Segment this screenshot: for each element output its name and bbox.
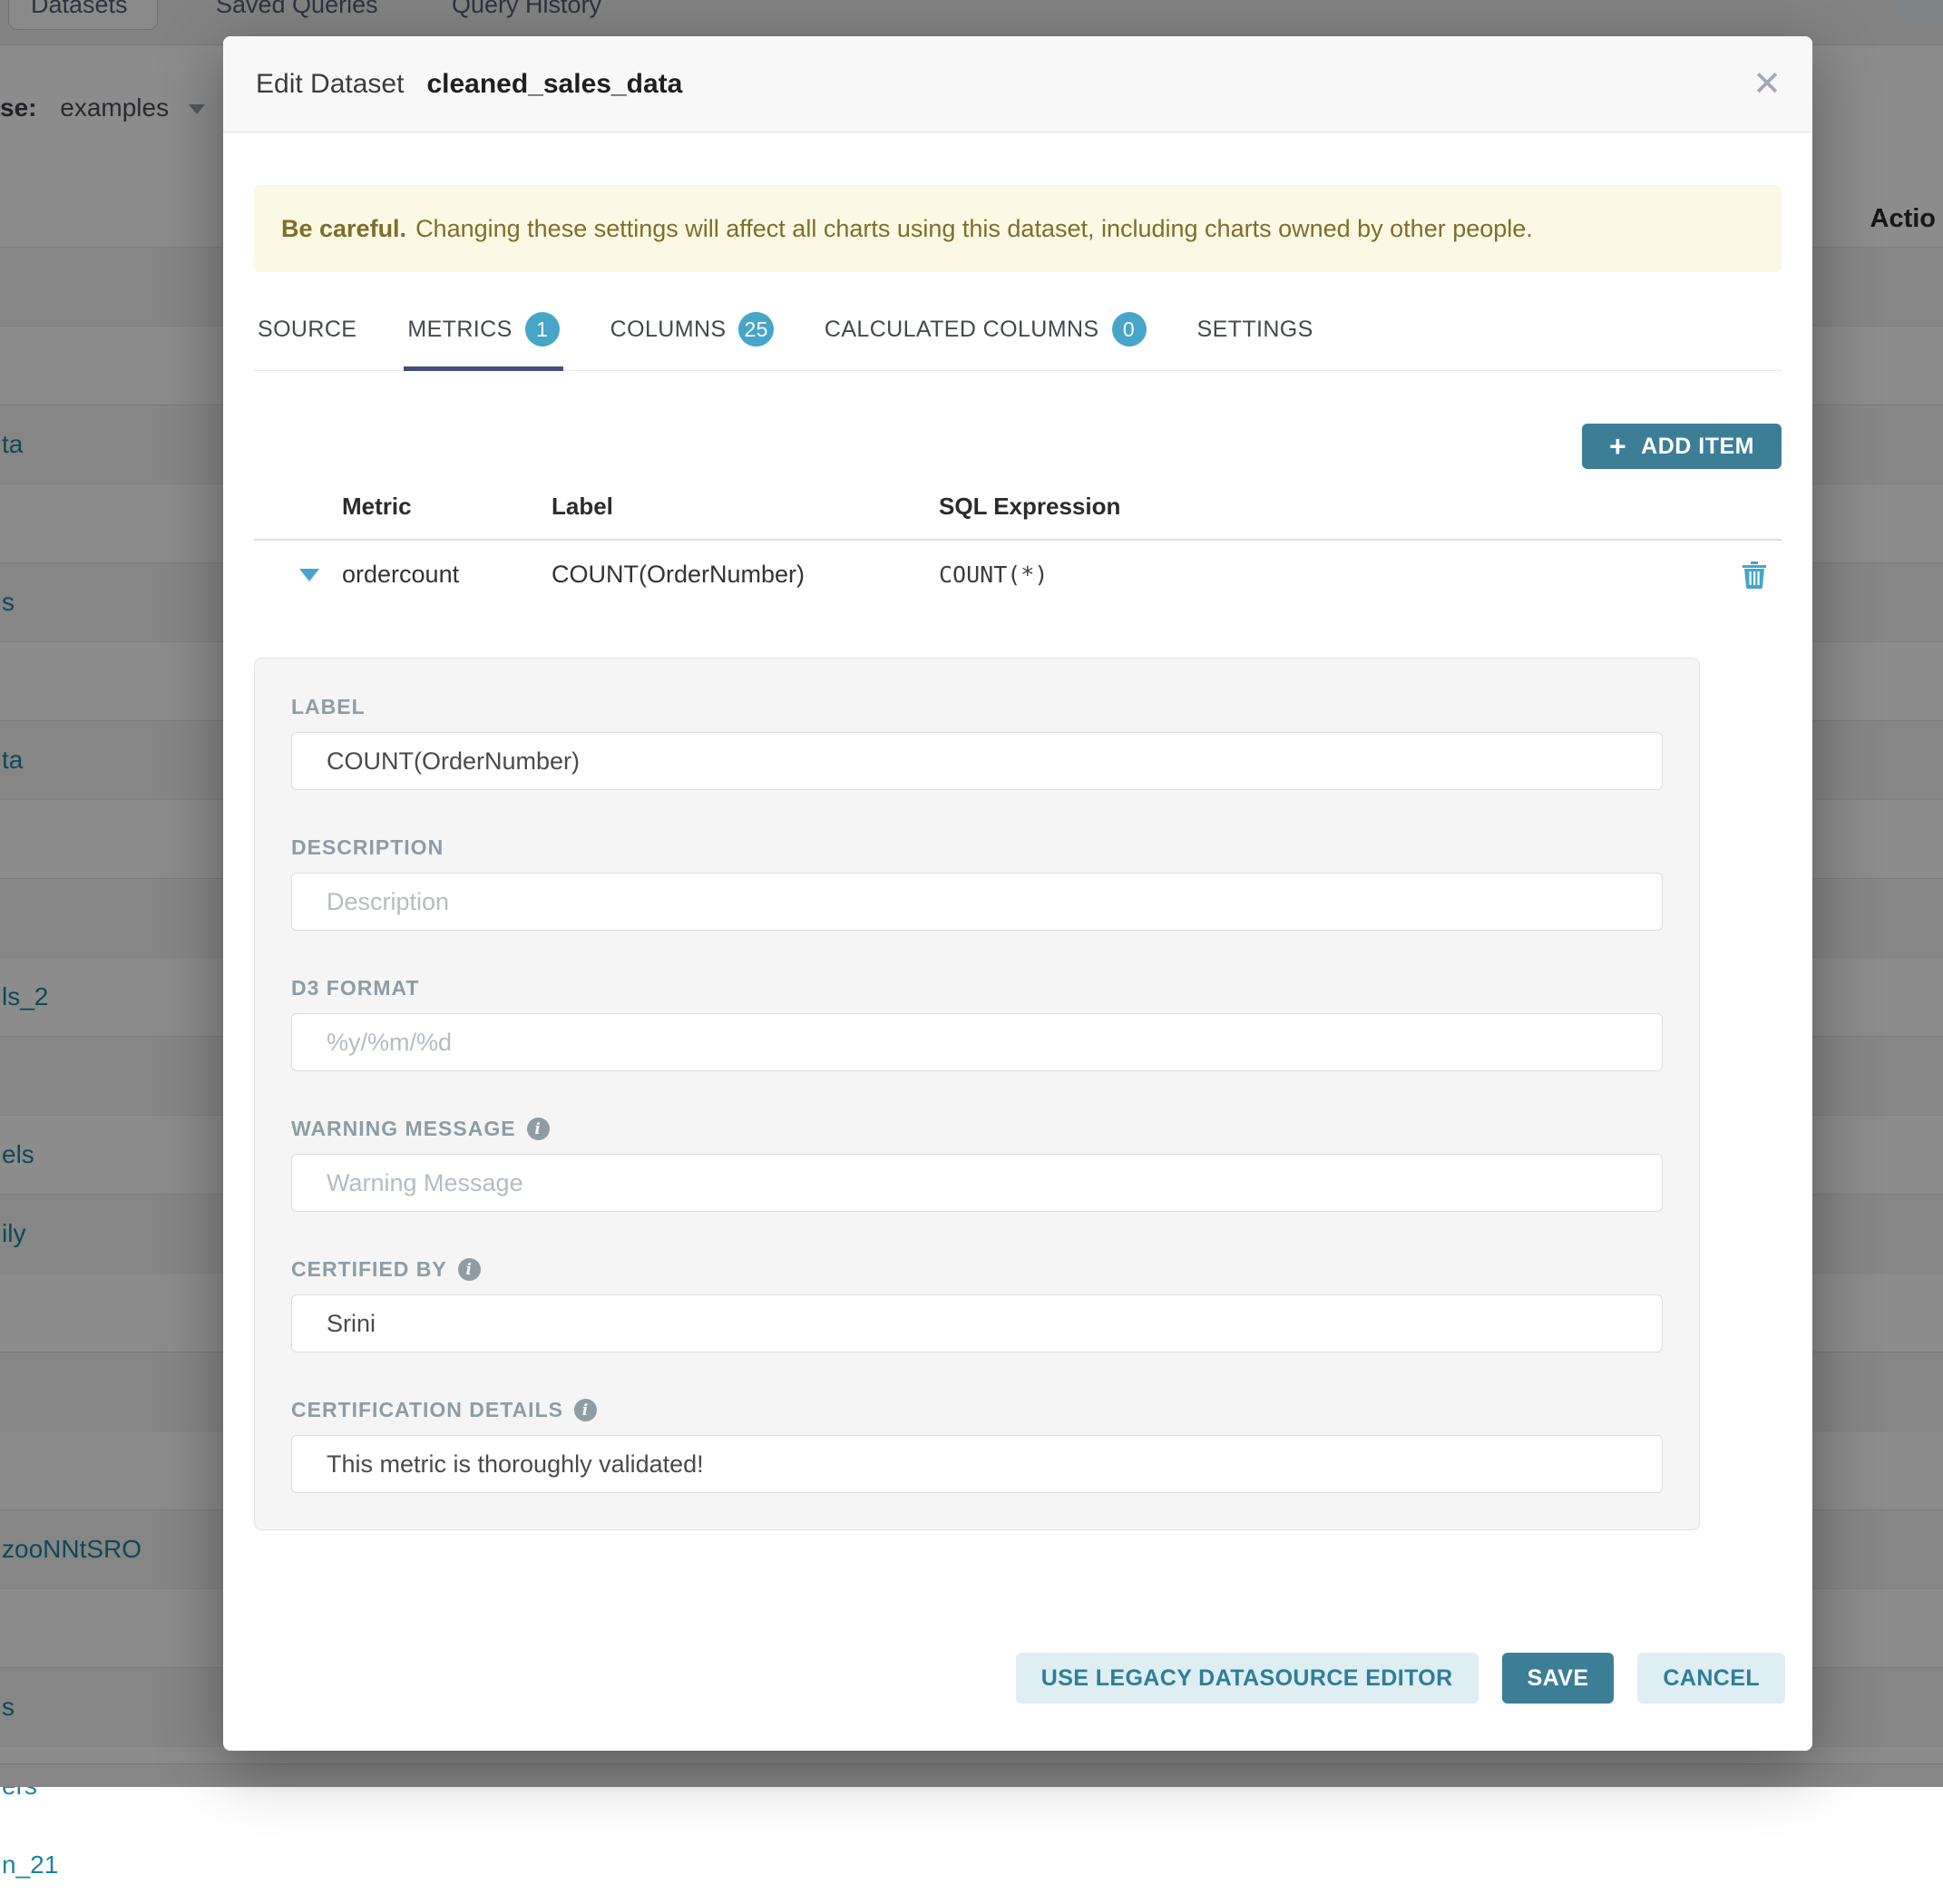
warning-message-input[interactable] bbox=[291, 1154, 1663, 1212]
warning-banner-bold: Be careful. bbox=[281, 215, 406, 243]
dataset-name: cleaned_sales_data bbox=[426, 69, 682, 99]
label-field-label: LABEL bbox=[291, 695, 1663, 719]
dataset-link-fragment: n_21 bbox=[2, 1825, 58, 1904]
modal-header: Edit Dataset cleaned_sales_data ✕ bbox=[223, 36, 1812, 132]
description-field-group: DESCRIPTION bbox=[291, 835, 1663, 931]
certification-details-input[interactable] bbox=[291, 1435, 1663, 1493]
expand-caret-icon[interactable] bbox=[299, 569, 319, 581]
metrics-count-badge: 1 bbox=[525, 312, 560, 347]
trash-icon bbox=[1743, 561, 1766, 589]
certification-details-field-label: CERTIFICATION DETAILS i bbox=[291, 1398, 1663, 1422]
metric-label: COUNT(OrderNumber) bbox=[540, 561, 927, 589]
plus-icon: + bbox=[1609, 432, 1626, 461]
columns-count-badge: 25 bbox=[738, 312, 773, 347]
label-column-header: Label bbox=[540, 493, 927, 521]
add-item-button[interactable]: + ADD ITEM bbox=[1582, 424, 1782, 469]
d3-format-field-group: D3 FORMAT bbox=[291, 976, 1663, 1071]
info-icon: i bbox=[574, 1399, 597, 1421]
close-icon[interactable]: ✕ bbox=[1753, 36, 1782, 132]
tab-columns[interactable]: COLUMNS 25 bbox=[607, 299, 777, 371]
certified-by-field-label: CERTIFIED BY i bbox=[291, 1257, 1663, 1282]
add-item-row: + ADD ITEM bbox=[254, 424, 1782, 469]
metric-row: ordercount COUNT(OrderNumber) COUNT(*) bbox=[254, 541, 1782, 612]
tab-settings[interactable]: SETTINGS bbox=[1194, 299, 1317, 371]
certification-details-field-group: CERTIFICATION DETAILS i bbox=[291, 1398, 1663, 1493]
tab-source[interactable]: SOURCE bbox=[254, 299, 360, 371]
sql-expression-column-header: SQL Expression bbox=[927, 493, 1727, 521]
warning-message-field-label: WARNING MESSAGE i bbox=[291, 1117, 1663, 1141]
certified-by-input[interactable] bbox=[291, 1294, 1663, 1352]
d3-format-field-label: D3 FORMAT bbox=[291, 976, 1663, 1001]
save-button[interactable]: SAVE bbox=[1502, 1653, 1615, 1704]
modal-title: Edit Dataset cleaned_sales_data bbox=[256, 69, 682, 100]
metric-sql-expression: COUNT(*) bbox=[927, 561, 1727, 588]
calculated-columns-count-badge: 0 bbox=[1112, 312, 1147, 347]
d3-format-input[interactable] bbox=[291, 1013, 1663, 1071]
label-input[interactable] bbox=[291, 732, 1663, 790]
metric-column-header: Metric bbox=[330, 493, 540, 521]
info-icon: i bbox=[527, 1118, 550, 1140]
warning-banner: Be careful. Changing these settings will… bbox=[254, 185, 1782, 272]
metric-detail-panel: LABEL DESCRIPTION D3 FORMAT WARNING MESS… bbox=[254, 658, 1700, 1530]
use-legacy-datasource-editor-button[interactable]: USE LEGACY DATASOURCE EDITOR bbox=[1016, 1653, 1479, 1704]
info-icon: i bbox=[458, 1258, 481, 1281]
certified-by-field-group: CERTIFIED BY i bbox=[291, 1257, 1663, 1352]
warning-banner-text: Changing these settings will affect all … bbox=[415, 215, 1533, 243]
metrics-table-header: Metric Label SQL Expression bbox=[254, 493, 1782, 541]
modal-body: Be careful. Changing these settings will… bbox=[223, 185, 1812, 1530]
description-field-label: DESCRIPTION bbox=[291, 835, 1663, 860]
delete-metric-button[interactable] bbox=[1727, 561, 1782, 589]
cancel-button[interactable]: CANCEL bbox=[1637, 1653, 1785, 1704]
modal-title-prefix: Edit Dataset bbox=[256, 69, 404, 99]
edit-dataset-modal: Edit Dataset cleaned_sales_data ✕ Be car… bbox=[223, 36, 1812, 1751]
tab-metrics[interactable]: METRICS 1 bbox=[404, 299, 562, 371]
tab-calculated-columns[interactable]: CALCULATED COLUMNS 0 bbox=[821, 299, 1150, 371]
dataset-editor-tabs: SOURCE METRICS 1 COLUMNS 25 CALCULATED C… bbox=[254, 299, 1782, 371]
label-field-group: LABEL bbox=[291, 695, 1663, 790]
warning-message-field-group: WARNING MESSAGE i bbox=[291, 1117, 1663, 1212]
metric-name: ordercount bbox=[330, 561, 540, 589]
description-input[interactable] bbox=[291, 873, 1663, 931]
modal-footer: USE LEGACY DATASOURCE EDITOR SAVE CANCEL bbox=[1016, 1653, 1785, 1704]
